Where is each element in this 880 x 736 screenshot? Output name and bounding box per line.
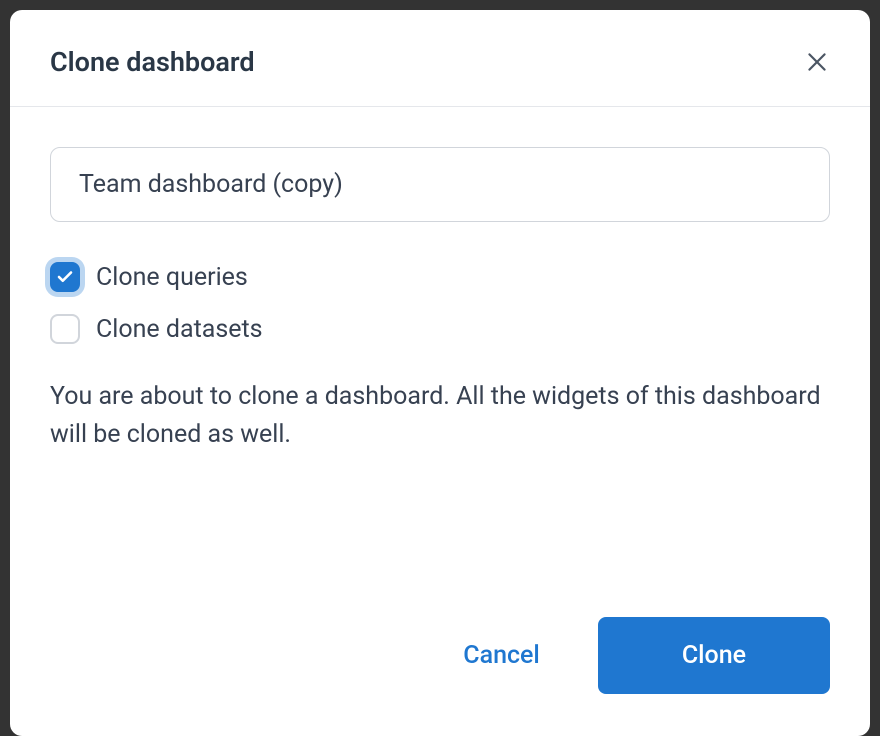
dashboard-name-input[interactable] bbox=[50, 147, 830, 222]
dialog-footer: Cancel Clone bbox=[10, 617, 870, 736]
clone-datasets-label: Clone datasets bbox=[96, 315, 263, 344]
cancel-button[interactable]: Cancel bbox=[453, 621, 550, 690]
clone-button[interactable]: Clone bbox=[598, 617, 830, 694]
clone-queries-checkbox[interactable] bbox=[50, 262, 80, 292]
close-icon[interactable] bbox=[804, 49, 830, 75]
dialog-header: Clone dashboard bbox=[10, 10, 870, 107]
clone-dashboard-dialog: Clone dashboard Clone queries bbox=[10, 10, 870, 736]
clone-queries-row: Clone queries bbox=[50, 262, 830, 292]
dialog-title: Clone dashboard bbox=[50, 46, 255, 78]
checkbox-group: Clone queries Clone datasets bbox=[50, 262, 830, 344]
clone-datasets-row: Clone datasets bbox=[50, 314, 830, 344]
clone-datasets-checkbox[interactable] bbox=[50, 314, 80, 344]
dialog-body: Clone queries Clone datasets You are abo… bbox=[10, 107, 870, 617]
clone-queries-label: Clone queries bbox=[96, 263, 248, 292]
dialog-description: You are about to clone a dashboard. All … bbox=[50, 378, 830, 453]
